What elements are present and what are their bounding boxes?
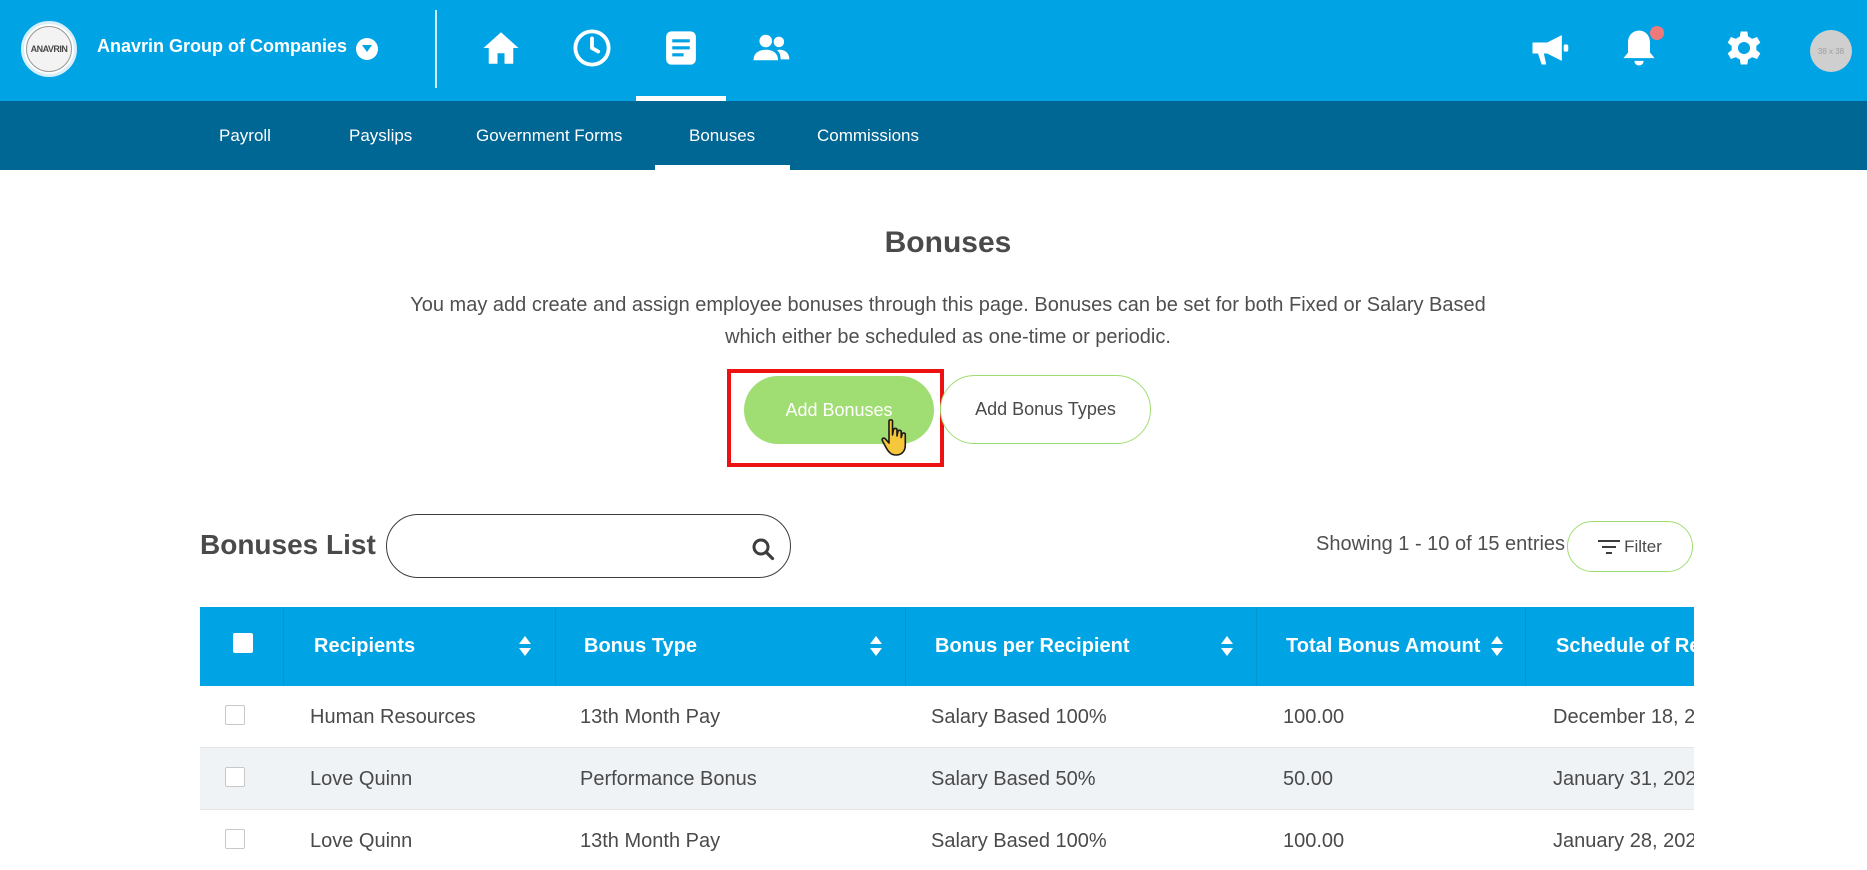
row-checkbox[interactable] — [225, 705, 245, 725]
cell-bonus-type: 13th Month Pay — [580, 705, 721, 728]
document-icon[interactable] — [655, 22, 707, 74]
page-description: You may add create and assign employee b… — [410, 294, 1486, 348]
people-icon[interactable] — [745, 22, 797, 74]
sort-icon[interactable] — [518, 635, 532, 657]
hand-cursor-icon — [881, 419, 907, 456]
table-row[interactable]: Human Resources 13th Month Pay Salary Ba… — [200, 686, 1694, 748]
page-title: Bonuses — [884, 226, 1012, 259]
cell-recipients: Love Quinn — [310, 767, 413, 790]
clock-icon[interactable] — [566, 22, 618, 74]
entries-count: Showing 1 - 10 of 15 entries — [1316, 533, 1566, 555]
cell-schedule: December 18, 20 — [1553, 705, 1694, 728]
table-row[interactable]: Love Quinn Performance Bonus Salary Base… — [200, 748, 1694, 810]
search-icon[interactable] — [751, 537, 775, 561]
cell-recipients: Love Quinn — [310, 829, 413, 852]
gear-icon[interactable] — [1718, 22, 1770, 74]
cell-total-bonus-amount: 100.00 — [1283, 705, 1345, 728]
column-separator — [1525, 607, 1526, 686]
column-separator — [283, 607, 284, 686]
table-header: Recipients Bonus Type Bonus per Recipien… — [200, 607, 1694, 686]
filter-icon — [1598, 539, 1621, 554]
company-name[interactable]: Anavrin Group of Companies — [97, 36, 347, 57]
cell-recipients: Human Resources — [310, 705, 476, 728]
cell-schedule: January 31, 202 — [1553, 767, 1694, 790]
column-bonus-per-recipient[interactable]: Bonus per Recipient — [935, 607, 1129, 686]
tab-commissions[interactable]: Commissions — [817, 101, 919, 170]
cell-bonus-per-recipient: Salary Based 100% — [931, 829, 1107, 852]
bonuses-table: Recipients Bonus Type Bonus per Recipien… — [200, 607, 1694, 870]
cell-bonus-type: 13th Month Pay — [580, 829, 721, 852]
home-icon[interactable] — [475, 22, 527, 74]
add-bonus-types-button[interactable]: Add Bonus Types — [940, 375, 1151, 444]
megaphone-icon[interactable] — [1523, 22, 1575, 74]
cell-bonus-type: Performance Bonus — [580, 767, 757, 790]
column-recipients[interactable]: Recipients — [314, 607, 415, 686]
tab-bonuses[interactable]: Bonuses — [689, 101, 755, 170]
sort-icon[interactable] — [1490, 635, 1504, 657]
column-bonus-type[interactable]: Bonus Type — [584, 607, 697, 686]
column-separator — [905, 607, 906, 686]
top-bar: ANAVRIN Anavrin Group of Companies 38 x … — [0, 0, 1867, 101]
header-divider — [435, 10, 437, 88]
cell-total-bonus-amount: 100.00 — [1283, 829, 1345, 852]
avatar[interactable]: 38 x 38 — [1810, 30, 1852, 72]
filter-label: Filter — [1624, 536, 1662, 556]
row-checkbox[interactable] — [225, 767, 245, 787]
column-separator — [1256, 607, 1257, 686]
company-logo[interactable]: ANAVRIN — [21, 21, 77, 77]
chevron-down-icon[interactable] — [356, 38, 378, 60]
column-total-bonus-amount[interactable]: Total Bonus Amount — [1286, 607, 1480, 686]
cell-bonus-per-recipient: Salary Based 100% — [931, 705, 1107, 728]
filter-button[interactable]: Filter — [1567, 521, 1693, 572]
active-tab-indicator — [655, 165, 790, 170]
sort-icon[interactable] — [869, 635, 883, 657]
select-all-checkbox[interactable] — [233, 633, 253, 653]
column-schedule[interactable]: Schedule of Re — [1556, 607, 1694, 686]
search-box — [386, 514, 791, 578]
sort-icon[interactable] — [1220, 635, 1234, 657]
list-title: Bonuses List — [200, 529, 376, 560]
search-input[interactable] — [407, 527, 727, 565]
tab-government-forms[interactable]: Government Forms — [476, 101, 622, 170]
notification-badge — [1650, 26, 1664, 40]
column-separator — [555, 607, 556, 686]
cell-bonus-per-recipient: Salary Based 50% — [931, 767, 1096, 790]
cell-total-bonus-amount: 50.00 — [1283, 767, 1334, 790]
sub-navigation: Payroll Payslips Government Forms Bonuse… — [0, 101, 1867, 170]
tab-payroll[interactable]: Payroll — [219, 101, 271, 170]
tab-payslips[interactable]: Payslips — [349, 101, 412, 170]
logo-text: ANAVRIN — [26, 26, 72, 72]
row-checkbox[interactable] — [225, 829, 245, 849]
table-row[interactable]: Love Quinn 13th Month Pay Salary Based 1… — [200, 810, 1694, 870]
cell-schedule: January 28, 202 — [1553, 829, 1694, 852]
